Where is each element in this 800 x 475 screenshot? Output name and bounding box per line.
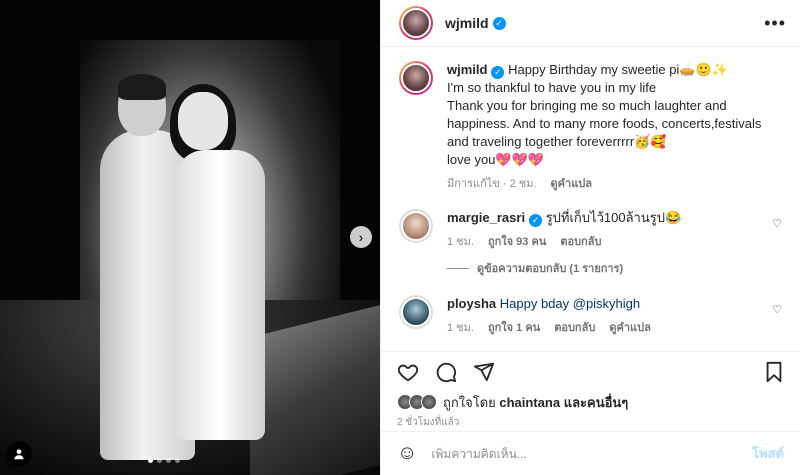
caption-username[interactable]: wjmild: [447, 62, 487, 77]
comment-time: 1 ชม.: [447, 322, 474, 334]
carousel-dot: [157, 458, 162, 463]
user-tag-icon: [14, 449, 24, 460]
caption-author-avatar[interactable]: [399, 61, 433, 95]
comment-composer: ☺ โพสต์: [381, 431, 800, 475]
caption-translate-link[interactable]: ดูคำแปล: [551, 175, 593, 193]
comment-meta: 1 ชม. ถูกใจ 93 คน ตอบกลับ: [447, 233, 764, 251]
comment-text: รูปที่เก็บไว้100ล้านรูป😂: [545, 210, 682, 225]
bookmark-icon[interactable]: [764, 361, 784, 383]
caption-edited-time: มีการแก้ไข · 2 ชม.: [447, 178, 537, 190]
likes-user-link[interactable]: chaintana: [499, 395, 560, 410]
tagged-users-button[interactable]: [6, 441, 32, 467]
caption-line-2: I'm so thankful to have you in my life: [447, 80, 657, 95]
post-side-panel: wjmild ✓ ••• wjmild ✓ Happy Birthday my s…: [380, 0, 800, 475]
photo-person-left-hair: [118, 74, 166, 100]
carousel-dot: [175, 458, 180, 463]
comment-meta: 1 ชม. ถูกใจ 1 คน ตอบกลับ ดูคำแปล: [447, 319, 764, 337]
comment-icon[interactable]: [435, 361, 457, 383]
post-actions-bar: [381, 351, 800, 391]
chevron-right-icon: ›: [358, 229, 364, 245]
verified-badge-icon: ✓: [492, 16, 506, 30]
verified-badge-icon: ✓: [529, 213, 543, 227]
commenter-avatar[interactable]: [399, 209, 433, 243]
comment-username[interactable]: margie_rasri: [447, 210, 525, 225]
comment-likes[interactable]: ถูกใจ 1 คน: [488, 319, 540, 337]
commenter-avatar[interactable]: [399, 295, 433, 329]
caption-row: wjmild ✓ Happy Birthday my sweetie pi🥧🙂✨ …: [399, 61, 782, 193]
view-replies-button[interactable]: ดูข้อความตอบกลับ (1 รายการ): [447, 259, 782, 277]
comment-time: 1 ชม.: [447, 236, 474, 248]
likes-others-link[interactable]: และคนอื่นๆ: [564, 392, 629, 413]
comment-like-heart-icon[interactable]: ♡: [772, 303, 782, 316]
post-photo[interactable]: ›: [0, 0, 380, 475]
caption-line-1: Happy Birthday my sweetie pi🥧🙂✨: [508, 62, 728, 77]
comment-text: Happy bday @piskyhigh: [499, 296, 641, 311]
caption-line-3: Thank you for bringing me so much laught…: [447, 98, 762, 149]
emoji-picker-icon[interactable]: ☺: [397, 442, 417, 465]
post-header: wjmild ✓ •••: [381, 0, 800, 47]
photo-person-right: [175, 150, 265, 440]
comment-username[interactable]: ploysha: [447, 296, 496, 311]
share-icon[interactable]: [473, 361, 495, 383]
carousel-dot: [148, 458, 153, 463]
author-avatar[interactable]: [399, 6, 433, 40]
comment-reply-button[interactable]: ตอบกลับ: [560, 233, 601, 251]
replies-divider-line: [447, 267, 469, 269]
comment-reply-button[interactable]: ตอบกลับ: [554, 319, 595, 337]
post-comment-button[interactable]: โพสต์: [752, 443, 784, 464]
caption-line-4: love you💖💖💖: [447, 152, 544, 167]
comment-row: ploysha Happy bday @piskyhigh 1 ชม. ถูกใ…: [399, 295, 782, 337]
comments-list[interactable]: wjmild ✓ Happy Birthday my sweetie pi🥧🙂✨ …: [381, 47, 800, 351]
post-timestamp[interactable]: 2 ชั่วโมงที่แล้ว: [381, 413, 800, 431]
more-horizontal-icon[interactable]: •••: [764, 13, 786, 34]
add-comment-input[interactable]: [431, 446, 753, 461]
comment-translate-link[interactable]: ดูคำแปล: [609, 319, 651, 337]
photo-person-right-head: [178, 92, 228, 150]
caption-meta: มีการแก้ไข · 2 ชม. ดูคำแปล: [447, 175, 782, 193]
carousel-indicator: [148, 458, 180, 463]
likes-prefix: ถูกใจโดย: [443, 394, 496, 410]
next-slide-button[interactable]: ›: [350, 226, 372, 248]
instagram-post-modal: › wjmild ✓ ••• wjmild ✓ Happy Birthday m…: [0, 0, 800, 475]
comment-like-heart-icon[interactable]: ♡: [772, 217, 782, 230]
heart-icon[interactable]: [397, 361, 419, 383]
liker-avatars: [397, 394, 437, 410]
likes-summary: ถูกใจโดย chaintana และคนอื่นๆ: [381, 391, 800, 413]
carousel-dot: [166, 458, 171, 463]
author-username[interactable]: wjmild: [445, 15, 489, 31]
view-replies-label[interactable]: ดูข้อความตอบกลับ (1 รายการ): [477, 259, 623, 277]
verified-badge-icon: ✓: [491, 65, 505, 79]
comment-row: margie_rasri ✓ รูปที่เก็บไว้100ล้านรูป😂 1…: [399, 209, 782, 251]
comment-likes[interactable]: ถูกใจ 93 คน: [488, 233, 546, 251]
